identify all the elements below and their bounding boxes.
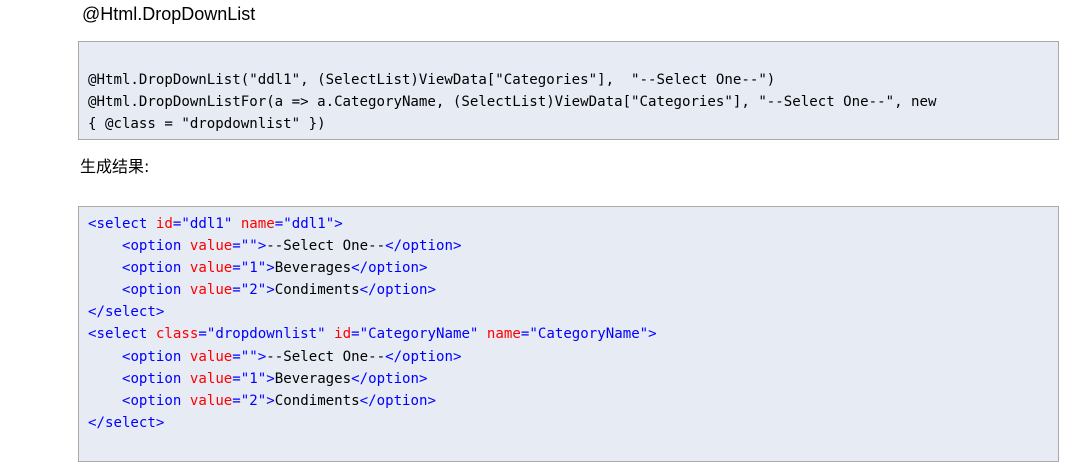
code-attribute: id — [334, 326, 352, 343]
code-line: <option value="1">Beverages</option> — [88, 371, 428, 387]
html-output-code: <select id="ddl1" name="ddl1"> <option v… — [88, 213, 1058, 434]
razor-code: @Html.DropDownList("ddl1", (SelectList)V… — [88, 69, 1058, 135]
code-line: </select> — [88, 304, 164, 320]
code-tag: = — [232, 260, 241, 277]
code-tag: > — [266, 392, 275, 409]
razor-code-block: @Html.DropDownList("ddl1", (SelectList)V… — [78, 41, 1059, 140]
code-text: --Select One-- — [266, 238, 386, 255]
code-attribute: value — [189, 370, 233, 387]
code-line: <select id="ddl1" name="ddl1"> — [88, 216, 343, 232]
code-line: @Html.DropDownList("ddl1", (SelectList)V… — [88, 72, 776, 88]
code-attribute: name — [486, 326, 521, 343]
code-attribute: name — [240, 216, 275, 232]
code-tag: > — [257, 238, 267, 255]
code-tag: </option> — [359, 392, 436, 409]
code-attribute: value — [189, 238, 233, 255]
code-tag: > — [266, 370, 275, 387]
code-tag: <select — [88, 326, 148, 343]
code-tag: <option — [121, 260, 182, 277]
code-attribute: value — [189, 392, 233, 409]
code-tag: <option — [121, 238, 182, 255]
code-tag: </option> — [385, 348, 462, 365]
code-tag: = — [198, 326, 207, 343]
code-tag: <option — [121, 370, 182, 387]
code-attribute-value: "CategoryName" — [529, 326, 649, 343]
code-tag: = — [274, 216, 284, 232]
code-attribute-value: "" — [240, 238, 258, 255]
html-output-block: <select id="ddl1" name="ddl1"> <option v… — [78, 206, 1059, 462]
code-tag: </option> — [351, 370, 428, 387]
code-attribute: class — [155, 326, 199, 343]
code-tag: </option> — [359, 282, 436, 299]
code-tag: </select> — [88, 414, 165, 431]
code-line: <option value="">--Select One--</option> — [88, 348, 462, 365]
code-tag: <option — [121, 392, 182, 409]
code-attribute: id — [155, 216, 173, 232]
code-attribute-value: "" — [240, 348, 258, 365]
code-line: <option value="1">Beverages</option> — [88, 260, 428, 276]
code-tag: > — [257, 348, 267, 365]
code-tag: = — [232, 348, 241, 365]
code-attribute-value: "2" — [240, 282, 267, 299]
code-tag: </option> — [351, 260, 428, 277]
code-tag: = — [232, 282, 241, 299]
code-tag: > — [266, 260, 275, 277]
code-tag: > — [334, 216, 343, 232]
code-line: <option value="2">Condiments</option> — [88, 393, 436, 409]
page-heading: @Html.DropDownList — [82, 4, 256, 24]
code-attribute-value: "ddl1" — [181, 216, 233, 232]
code-line: </select> — [88, 415, 164, 431]
code-tag: </option> — [385, 238, 462, 255]
code-tag: <option — [121, 282, 182, 299]
code-tag: = — [232, 238, 241, 255]
code-attribute-value: "dropdownlist" — [206, 326, 326, 343]
code-tag: = — [351, 326, 360, 343]
code-text: Beverages — [274, 260, 352, 277]
code-text: Beverages — [274, 370, 352, 387]
code-text: Condiments — [274, 392, 360, 409]
code-attribute-value: "1" — [240, 260, 267, 277]
code-attribute-value: "CategoryName" — [359, 326, 479, 343]
code-line: <option value="">--Select One--</option> — [88, 238, 462, 255]
code-line: <select class="dropdownlist" id="Categor… — [88, 326, 657, 342]
code-tag: > — [266, 282, 275, 299]
code-line: <option value="2">Condiments</option> — [88, 282, 436, 298]
code-attribute: value — [189, 348, 233, 365]
code-attribute: value — [189, 282, 233, 299]
code-text: --Select One-- — [266, 348, 386, 365]
code-tag: = — [232, 370, 241, 387]
code-tag: > — [648, 326, 657, 343]
code-attribute-value: "2" — [240, 392, 267, 409]
code-line: @Html.DropDownListFor(a => a.CategoryNam… — [88, 94, 937, 111]
code-line: { @class = "dropdownlist" }) — [88, 116, 326, 133]
result-label: 生成结果: — [80, 157, 150, 176]
code-tag: <select — [88, 216, 148, 232]
code-attribute-value: "ddl1" — [283, 216, 335, 232]
code-tag: = — [232, 392, 241, 409]
code-attribute-value: "1" — [240, 370, 267, 387]
code-tag: </select> — [88, 304, 165, 321]
code-attribute: value — [189, 260, 233, 277]
code-tag: <option — [121, 348, 182, 365]
code-text: Condiments — [274, 282, 360, 299]
